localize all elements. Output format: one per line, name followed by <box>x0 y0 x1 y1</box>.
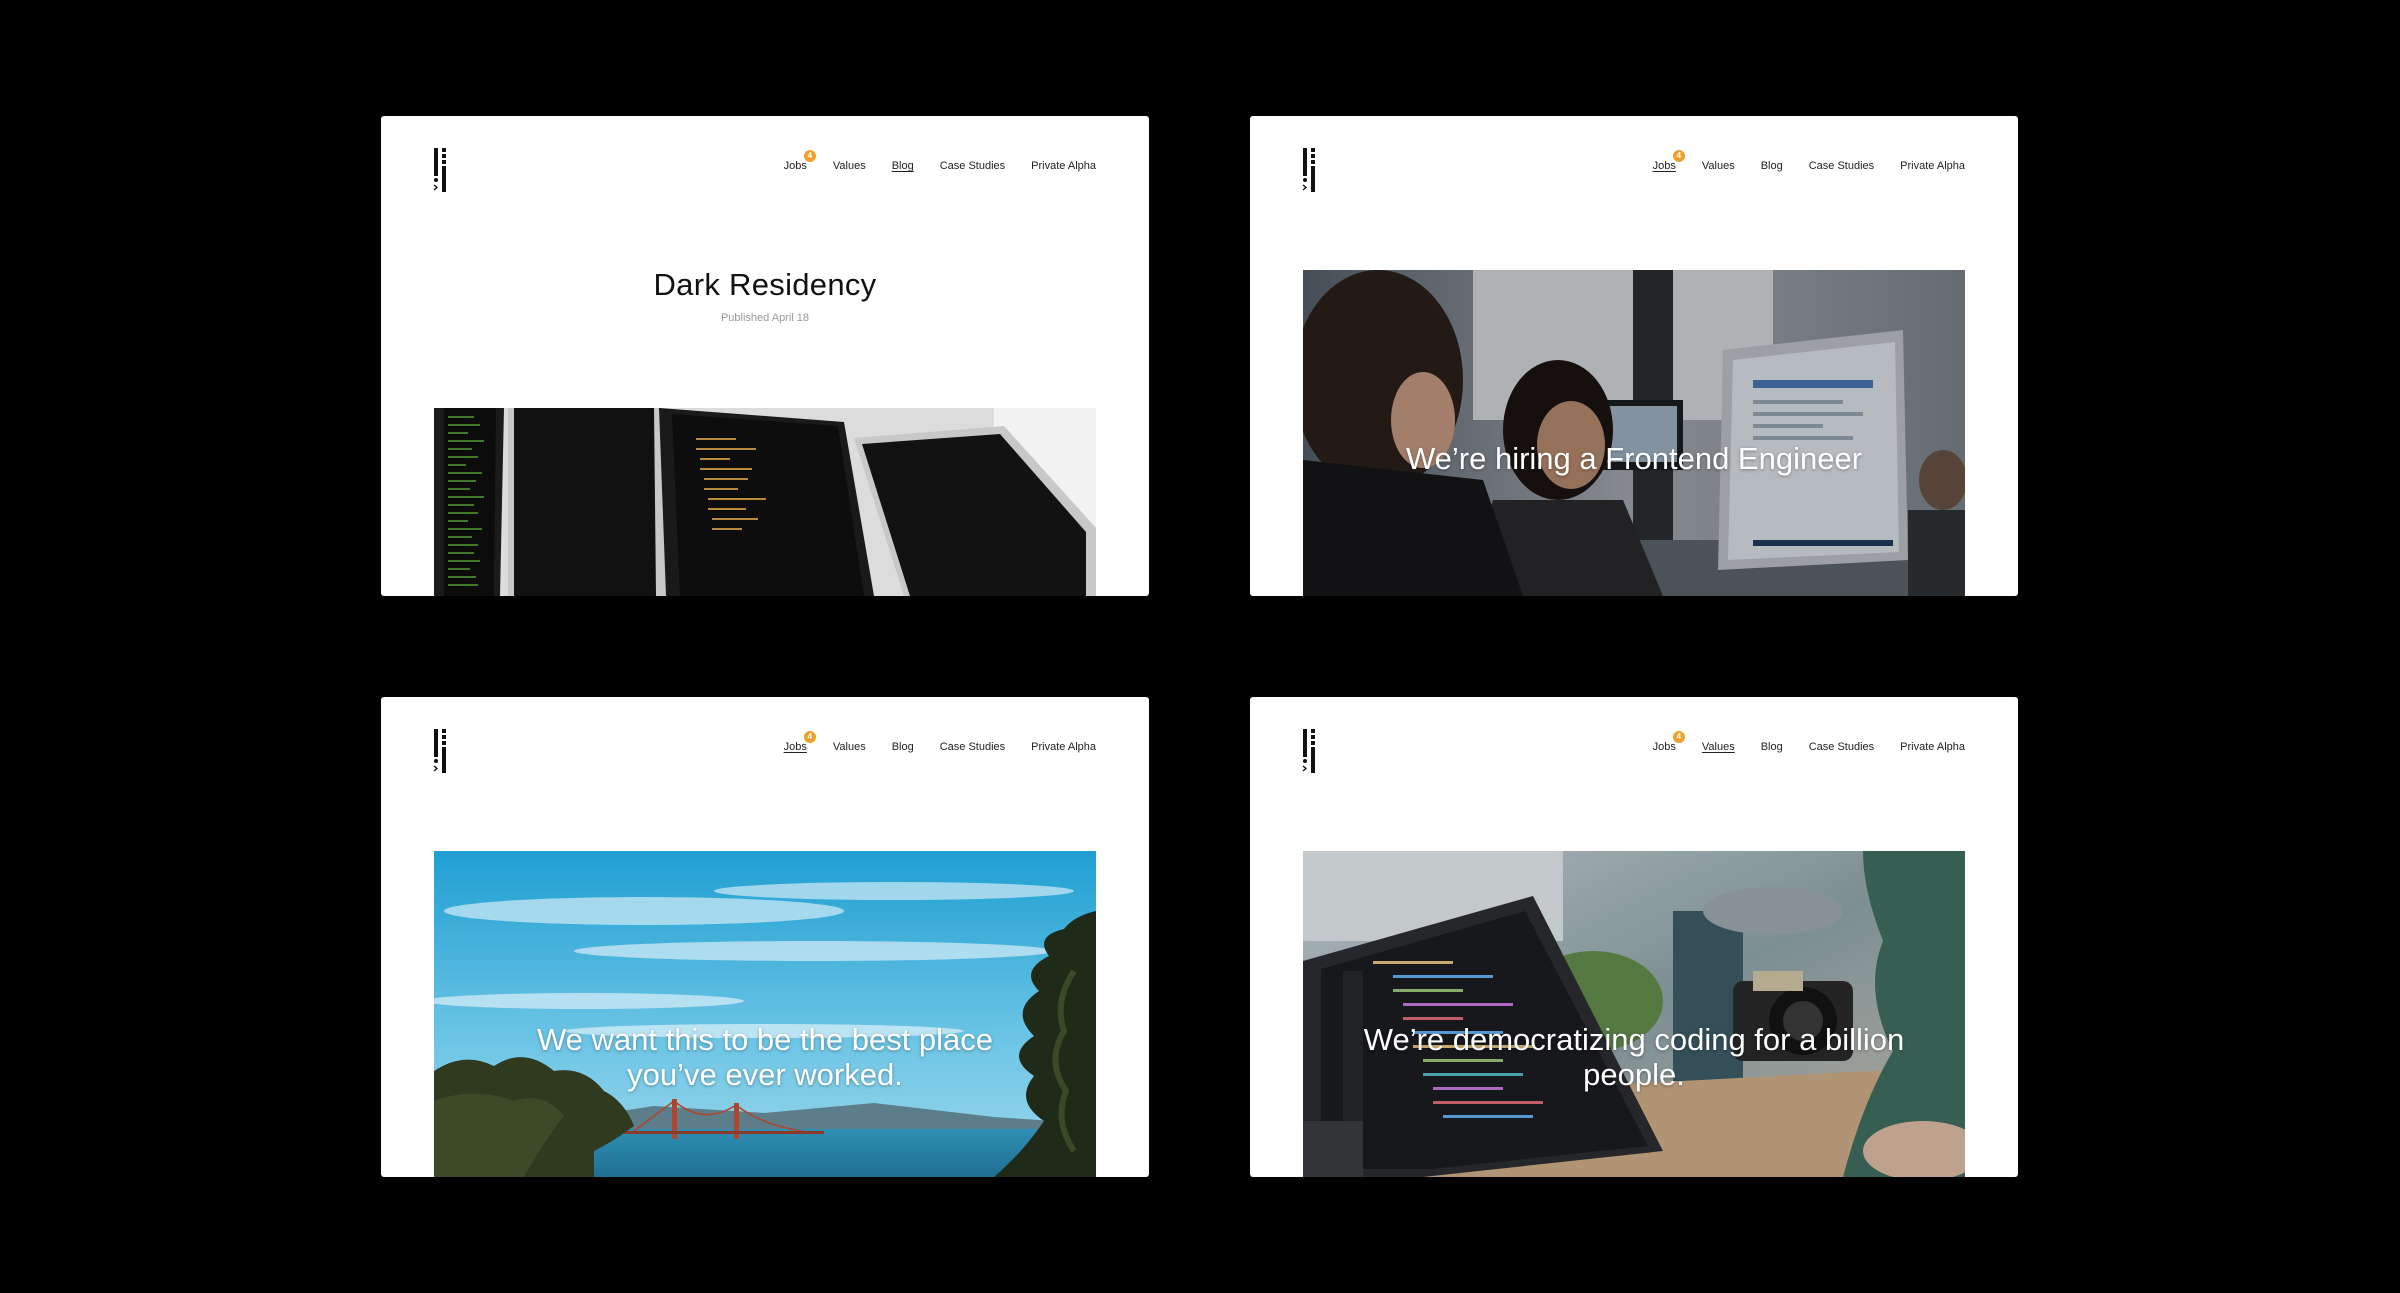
nav-values[interactable]: Values <box>833 740 866 754</box>
screen-jobs-hiring: Jobs 4 Values Blog Case Studies Private A… <box>1250 116 2018 596</box>
nav-private-alpha[interactable]: Private Alpha <box>1031 740 1096 754</box>
main-nav: Jobs 4 Values Blog Case Studies Private A… <box>783 731 1096 754</box>
nav-blog[interactable]: Blog <box>892 740 914 754</box>
jobs-count-badge: 4 <box>1672 731 1685 743</box>
main-nav: Jobs 4 Values Blog Case Studies Private A… <box>1652 731 1965 754</box>
main-nav: Jobs 4 Values Blog Case Studies Private A… <box>1652 150 1965 173</box>
logo-icon[interactable] <box>1302 729 1320 773</box>
logo-icon[interactable] <box>433 148 451 192</box>
nav-blog[interactable]: Blog <box>892 159 914 173</box>
hero-headline: We’re hiring a Frontend Engineer <box>1405 441 1863 476</box>
nav-case-studies[interactable]: Case Studies <box>940 740 1005 754</box>
nav-jobs-label: Jobs <box>783 160 807 172</box>
nav-blog[interactable]: Blog <box>1761 740 1783 754</box>
nav-jobs[interactable]: Jobs 4 <box>1652 150 1685 173</box>
nav-jobs[interactable]: Jobs 4 <box>1652 731 1685 754</box>
logo-icon[interactable] <box>433 729 451 773</box>
main-nav: Jobs 4 Values Blog Case Studies Private A… <box>783 150 1096 173</box>
post-title: Dark Residency <box>653 267 877 302</box>
nav-jobs-label: Jobs <box>1652 160 1676 172</box>
nav-blog[interactable]: Blog <box>1761 159 1783 173</box>
nav-values[interactable]: Values <box>1702 159 1735 173</box>
screen-jobs-culture: Jobs 4 Values Blog Case Studies Private A… <box>381 697 1149 1177</box>
nav-jobs[interactable]: Jobs 4 <box>783 150 816 173</box>
screen-blog-post: Jobs 4 Values Blog Case Studies Private A… <box>381 116 1149 596</box>
nav-jobs-label: Jobs <box>1652 741 1676 753</box>
nav-case-studies[interactable]: Case Studies <box>1809 159 1874 173</box>
hero-headline: We want this to be the best place you’ve… <box>536 1022 994 1092</box>
jobs-count-badge: 4 <box>803 150 816 162</box>
nav-private-alpha[interactable]: Private Alpha <box>1900 740 1965 754</box>
jobs-count-badge: 4 <box>803 731 816 743</box>
hero-image-people-at-computers: We’re hiring a Frontend Engineer <box>1303 270 1965 596</box>
jobs-count-badge: 4 <box>1672 150 1685 162</box>
post-date: Published April 18 <box>720 312 810 324</box>
nav-jobs[interactable]: Jobs 4 <box>783 731 816 754</box>
screen-values: Jobs 4 Values Blog Case Studies Private A… <box>1250 697 2018 1177</box>
nav-values[interactable]: Values <box>1702 740 1735 754</box>
hero-image-laptop-code: We’re democratizing coding for a billion… <box>1303 851 1965 1177</box>
nav-private-alpha[interactable]: Private Alpha <box>1031 159 1096 173</box>
logo-icon[interactable] <box>1302 148 1320 192</box>
nav-private-alpha[interactable]: Private Alpha <box>1900 159 1965 173</box>
hero-image-golden-gate: We want this to be the best place you’ve… <box>434 851 1096 1177</box>
nav-values[interactable]: Values <box>833 159 866 173</box>
nav-case-studies[interactable]: Case Studies <box>1809 740 1874 754</box>
hero-headline: We’re democratizing coding for a billion… <box>1363 1022 1905 1092</box>
hero-image-monitors <box>434 408 1096 596</box>
nav-case-studies[interactable]: Case Studies <box>940 159 1005 173</box>
nav-jobs-label: Jobs <box>783 741 807 753</box>
